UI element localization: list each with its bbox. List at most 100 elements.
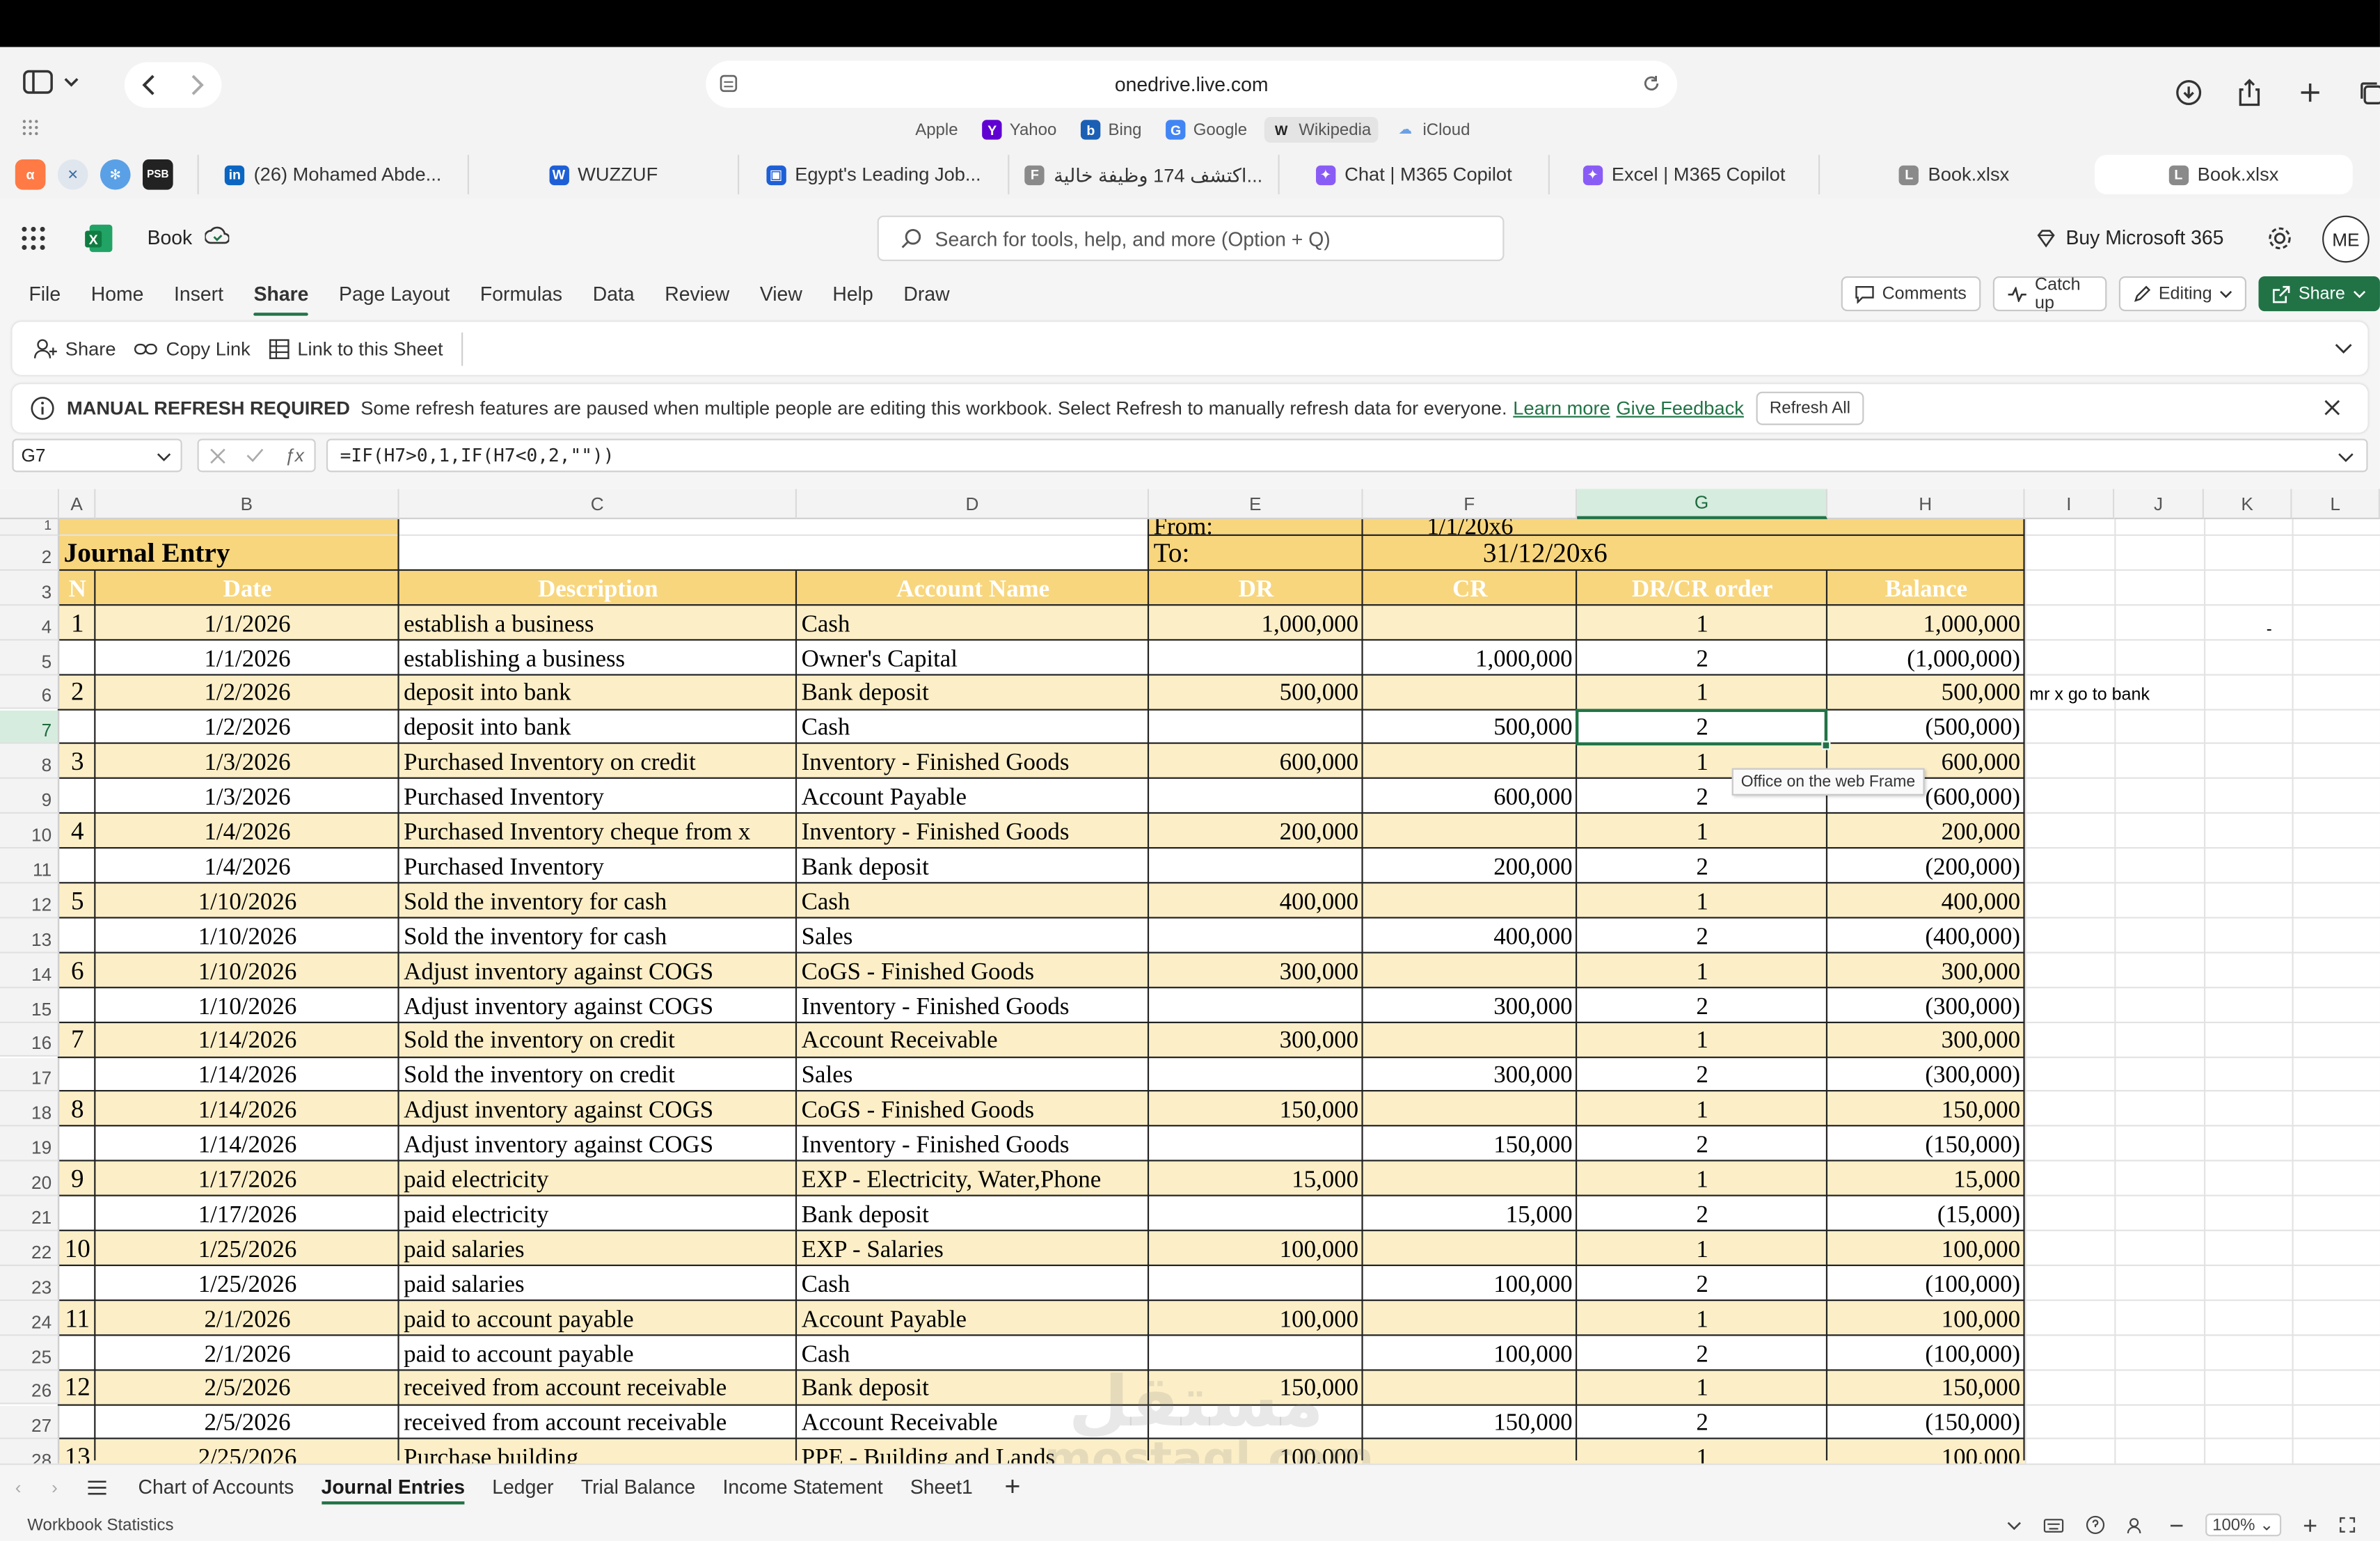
entry-description-cell[interactable]: received from account receivable — [399, 1405, 797, 1440]
account-name-cell[interactable]: Inventory - Finished Goods — [797, 745, 1149, 780]
account-name-cell[interactable]: Account Payable — [797, 1301, 1149, 1336]
account-name-cell[interactable]: Bank deposit — [797, 848, 1149, 883]
dr-cr-order-cell[interactable]: 1 — [1577, 606, 1827, 640]
pinned-tab-icon[interactable]: ✕ — [57, 159, 88, 190]
debit-amount-cell[interactable]: 400,000 — [1149, 883, 1363, 918]
column-header-f[interactable]: F — [1363, 489, 1578, 519]
ribbon-tab-home[interactable]: Home — [76, 276, 159, 310]
entry-date-cell[interactable]: 1/17/2026 — [95, 1162, 399, 1196]
dr-cr-order-cell[interactable]: 1 — [1577, 814, 1827, 848]
balance-cell[interactable]: (100,000) — [1827, 1336, 2025, 1370]
favorite-wikipedia[interactable]: W Wikipedia — [1264, 116, 1379, 143]
formula-input[interactable]: =IF(H7>0,1,IF(H7<0,2,"")) — [326, 438, 2368, 473]
entry-date-cell[interactable]: 1/2/2026 — [95, 675, 399, 710]
give-feedback-link[interactable]: Give Feedback — [1616, 397, 1743, 419]
row-header-10[interactable]: 10 — [0, 814, 60, 849]
balance-cell[interactable]: (150,000) — [1827, 1405, 2025, 1440]
dr-cr-order-cell[interactable]: 1 — [1577, 1370, 1827, 1405]
entry-date-cell[interactable]: 1/4/2026 — [95, 814, 399, 848]
balance-cell[interactable]: (100,000) — [1827, 1266, 2025, 1301]
account-name-cell[interactable]: Inventory - Finished Goods — [797, 988, 1149, 1022]
entry-date-cell[interactable]: 1/14/2026 — [95, 1127, 399, 1162]
credit-amount-cell[interactable]: 200,000 — [1363, 848, 1578, 883]
credit-amount-cell[interactable]: 100,000 — [1363, 1336, 1578, 1370]
document-title[interactable]: Book — [148, 225, 229, 249]
entry-date-cell[interactable]: 2/5/2026 — [95, 1405, 399, 1440]
sheet-tab-chart-of-accounts[interactable]: Chart of Accounts — [125, 1467, 308, 1507]
browser-tab[interactable]: F اكتشف 174 وظيفة خالية... — [1008, 155, 1278, 195]
entry-description-cell[interactable]: Adjust inventory against COGS — [399, 1127, 797, 1162]
ribbon-tab-help[interactable]: Help — [818, 276, 889, 310]
search-box[interactable]: Search for tools, help, and more (Option… — [877, 215, 1505, 262]
credit-amount-cell[interactable]: 300,000 — [1363, 988, 1578, 1022]
balance-cell[interactable]: 150,000 — [1827, 1092, 2025, 1127]
credit-amount-cell[interactable]: 150,000 — [1363, 1127, 1578, 1162]
row-header-28[interactable]: 28 — [0, 1439, 60, 1464]
learn-more-link[interactable]: Learn more — [1513, 397, 1610, 419]
cancel-formula-icon[interactable] — [209, 447, 225, 464]
debit-amount-cell[interactable]: 150,000 — [1149, 1092, 1363, 1127]
favorite-icloud[interactable]: ☁ iCloud — [1388, 117, 1477, 143]
ribbon-tab-view[interactable]: View — [745, 276, 818, 310]
add-sheet-icon[interactable]: + — [1005, 1471, 1021, 1503]
people-icon[interactable] — [2126, 1516, 2148, 1534]
browser-tab[interactable]: L Book.xlsx — [1818, 155, 2088, 195]
balance-cell[interactable]: (300,000) — [1827, 988, 2025, 1022]
entry-number-cell[interactable]: 3 — [59, 745, 95, 780]
favorite-google[interactable]: G Google — [1159, 117, 1255, 143]
row-header-27[interactable]: 27 — [0, 1405, 60, 1440]
sidebar-toggle-icon[interactable] — [22, 68, 55, 95]
row-header-22[interactable]: 22 — [0, 1231, 60, 1266]
entry-date-cell[interactable]: 2/1/2026 — [95, 1336, 399, 1370]
ribbon-tab-draw[interactable]: Draw — [889, 276, 965, 310]
balance-cell[interactable]: (150,000) — [1827, 1127, 2025, 1162]
entry-date-cell[interactable]: 1/25/2026 — [95, 1231, 399, 1266]
comments-button[interactable]: Comments — [1841, 276, 1981, 312]
account-name-cell[interactable]: Bank deposit — [797, 1196, 1149, 1231]
balance-cell[interactable]: (300,000) — [1827, 1057, 2025, 1092]
dr-cr-order-cell[interactable]: 1 — [1577, 1231, 1827, 1266]
entry-date-cell[interactable]: 1/17/2026 — [95, 1196, 399, 1231]
entry-date-cell[interactable]: 1/14/2026 — [95, 1092, 399, 1127]
credit-amount-cell[interactable]: 1,000,000 — [1363, 640, 1578, 675]
header-dr[interactable]: DR — [1149, 571, 1363, 606]
column-header-h[interactable]: H — [1827, 489, 2025, 519]
account-name-cell[interactable]: Cash — [797, 606, 1149, 640]
ribbon-tab-page-layout[interactable]: Page Layout — [324, 276, 465, 310]
row-header-4[interactable]: 4 — [0, 605, 60, 640]
entry-date-cell[interactable]: 1/3/2026 — [95, 780, 399, 814]
row-header-25[interactable]: 25 — [0, 1335, 60, 1370]
dr-cr-order-cell[interactable]: 2 — [1577, 848, 1827, 883]
credit-amount-cell[interactable]: 400,000 — [1363, 918, 1578, 953]
browser-tab[interactable]: ▣ Egypt's Leading Job... — [738, 155, 1008, 195]
settings-gear-icon[interactable] — [2266, 225, 2293, 252]
balance-cell[interactable]: 15,000 — [1827, 1162, 2025, 1196]
favorite-yahoo[interactable]: Y Yahoo — [975, 117, 1065, 143]
collapse-ribbon-chevron-icon[interactable] — [2335, 343, 2353, 355]
credit-amount-cell[interactable]: 150,000 — [1363, 1405, 1578, 1440]
zoom-out-icon[interactable] — [2168, 1517, 2184, 1533]
debit-amount-cell[interactable]: 300,000 — [1149, 1022, 1363, 1057]
entry-description-cell[interactable]: Sold the inventory for cash — [399, 883, 797, 918]
link-to-sheet-button[interactable]: Link to this Sheet — [260, 327, 452, 370]
entry-date-cell[interactable]: 1/14/2026 — [95, 1022, 399, 1057]
column-header-i[interactable]: I — [2024, 489, 2115, 519]
row-header-8[interactable]: 8 — [0, 744, 60, 780]
credit-amount-cell[interactable]: 15,000 — [1363, 1196, 1578, 1231]
entry-description-cell[interactable]: Purchased Inventory cheque from x — [399, 814, 797, 848]
favorite-apple[interactable]: Apple — [880, 117, 965, 143]
dr-cr-order-cell[interactable]: 2 — [1577, 1127, 1827, 1162]
entry-description-cell[interactable]: Sold the inventory on credit — [399, 1057, 797, 1092]
dr-cr-order-cell[interactable]: 2 — [1577, 1196, 1827, 1231]
workbook-statistics[interactable]: Workbook Statistics — [27, 1517, 173, 1535]
entry-description-cell[interactable]: deposit into bank — [399, 675, 797, 710]
column-header-b[interactable]: B — [95, 489, 399, 519]
row-header-19[interactable]: 19 — [0, 1127, 60, 1162]
dr-cr-order-cell[interactable]: 1 — [1577, 1440, 1827, 1464]
entry-number-cell[interactable]: 10 — [59, 1231, 95, 1266]
column-header-e[interactable]: E — [1149, 489, 1363, 519]
debit-amount-cell[interactable]: 100,000 — [1149, 1231, 1363, 1266]
buy-m365[interactable]: Buy Microsoft 365 — [2036, 226, 2223, 249]
page-menu-icon[interactable] — [718, 73, 740, 95]
entry-number-cell[interactable]: 8 — [59, 1092, 95, 1127]
